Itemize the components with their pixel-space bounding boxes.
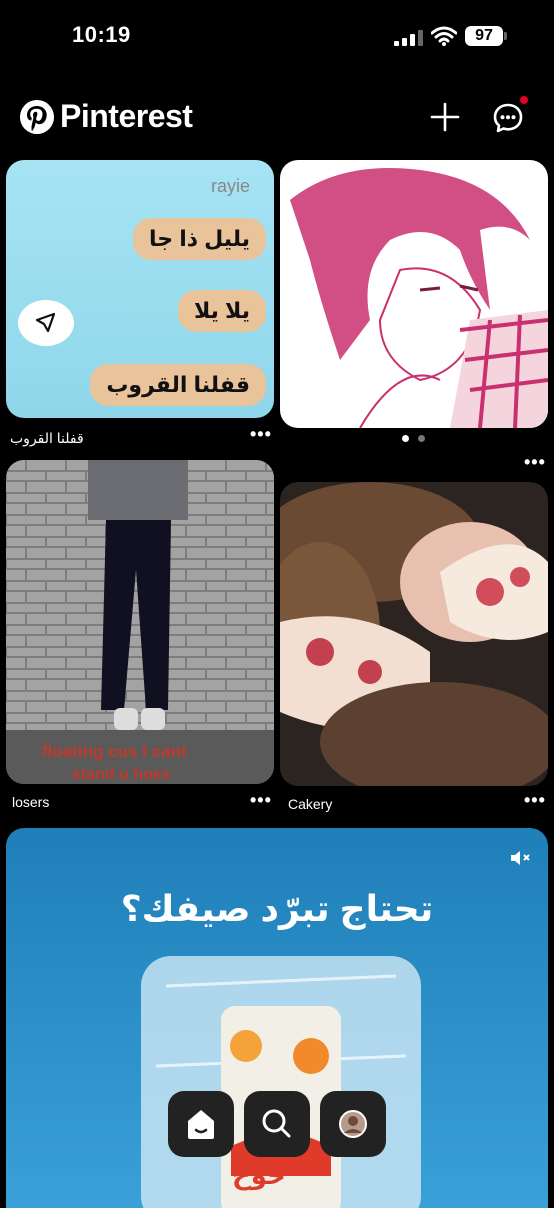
chat-icon[interactable]	[492, 102, 524, 134]
chat-bubble: يليل ذا جا	[132, 218, 266, 260]
cellular-signal-icon	[394, 30, 424, 46]
pin-overlay-text: floating cus I cant	[42, 742, 187, 761]
mute-icon[interactable]	[508, 846, 532, 870]
can-label: خوخ	[232, 1160, 286, 1190]
pin-overlay-text: stand u hoes	[72, 766, 171, 783]
pinterest-logo-icon	[20, 100, 54, 134]
ad-headline: تحتاج تبرّد صيفك؟	[120, 888, 434, 929]
pin-caption[interactable]: losers	[12, 794, 49, 810]
battery-indicator: 97	[465, 26, 503, 46]
chat-bubble: قفلنا القروب	[90, 364, 266, 406]
pin-card[interactable]	[280, 160, 548, 428]
more-options-button[interactable]: •••	[250, 424, 272, 445]
more-options-button[interactable]: •••	[524, 790, 546, 811]
status-time: 10:19	[72, 22, 131, 47]
pin-caption[interactable]: قفلنا القروب	[10, 430, 84, 447]
pin-image	[290, 168, 548, 428]
pagination-dot-active	[402, 435, 409, 442]
pin-image	[280, 482, 548, 786]
home-icon	[188, 1110, 214, 1139]
more-options-button[interactable]: •••	[524, 452, 546, 473]
pin-card[interactable]: rayie يليل ذا جا يلا يلا قفلنا القروب	[6, 160, 274, 418]
more-options-button[interactable]: •••	[250, 790, 272, 811]
pin-card[interactable]	[280, 482, 548, 786]
nav-profile-button[interactable]	[320, 1091, 386, 1157]
plus-icon[interactable]	[430, 102, 460, 132]
search-icon	[262, 1109, 291, 1138]
pagination-dot	[418, 435, 425, 442]
pin-caption[interactable]: Cakery	[288, 796, 332, 812]
nav-home-button[interactable]	[168, 1091, 234, 1157]
notification-dot	[520, 96, 528, 104]
pin-image	[6, 460, 274, 784]
app-title: Pinterest	[60, 98, 193, 134]
chat-bubble: يلا يلا	[177, 290, 266, 332]
pin-username-label: rayie	[210, 176, 250, 196]
profile-avatar-icon	[339, 1110, 367, 1138]
pin-card[interactable]: floating cus I cant stand u hoes	[6, 460, 274, 784]
nav-search-button[interactable]	[244, 1091, 310, 1157]
battery-tip	[504, 32, 507, 40]
send-icon[interactable]	[18, 300, 74, 346]
wifi-icon	[431, 26, 457, 46]
